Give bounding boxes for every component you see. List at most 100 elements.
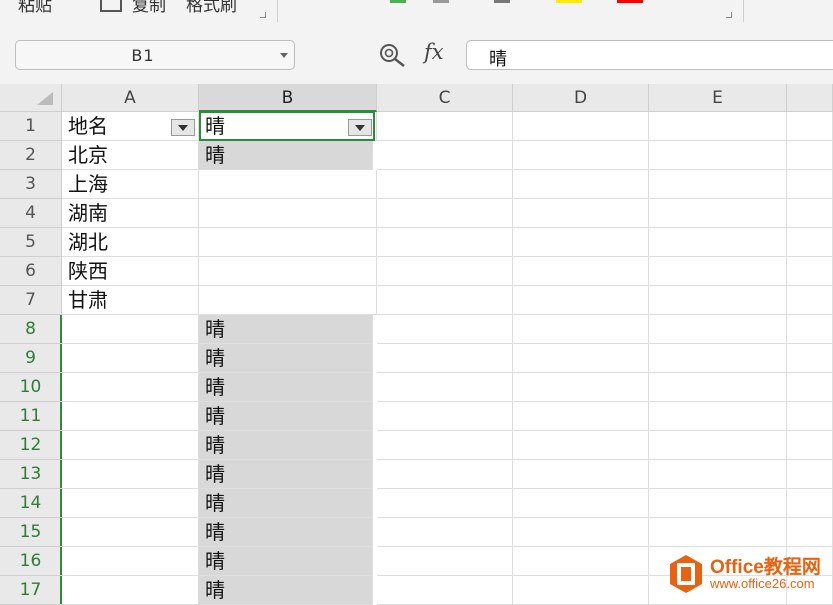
cell-b14[interactable]: 晴	[199, 489, 373, 518]
row-header-4[interactable]: 4	[0, 199, 62, 228]
cell-b15[interactable]: 晴	[199, 518, 373, 547]
cell-b2[interactable]: 晴	[199, 141, 373, 170]
row-header-12[interactable]: 12	[0, 431, 62, 460]
format-painter-button[interactable]: 格式刷	[186, 0, 237, 16]
row-header-9[interactable]: 9	[0, 344, 62, 373]
copy-icon[interactable]	[100, 0, 122, 12]
cell-e9[interactable]	[649, 344, 787, 373]
row-header-5[interactable]: 5	[0, 228, 62, 257]
cell-e5[interactable]	[649, 228, 787, 257]
copy-button[interactable]: 复制	[132, 0, 166, 16]
cell-c8[interactable]	[377, 315, 513, 344]
cell-d15[interactable]	[513, 518, 649, 547]
row-header-8[interactable]: 8	[0, 315, 62, 344]
cell-e8[interactable]	[649, 315, 787, 344]
cell-b16[interactable]: 晴	[199, 547, 373, 576]
cell-c1[interactable]	[377, 112, 513, 141]
cell-c5[interactable]	[377, 228, 513, 257]
cell-d14[interactable]	[513, 489, 649, 518]
cell-a4[interactable]: 湖南	[62, 199, 199, 228]
filter-dropdown-b[interactable]	[348, 119, 372, 136]
cell-a10[interactable]	[62, 373, 199, 402]
cell-d2[interactable]	[513, 141, 649, 170]
chevron-down-icon[interactable]	[280, 53, 288, 58]
cell-c4[interactable]	[377, 199, 513, 228]
cell-e12[interactable]	[649, 431, 787, 460]
merge-icon[interactable]	[433, 0, 449, 3]
cell-a2[interactable]: 北京	[62, 141, 199, 170]
column-header-d[interactable]: D	[513, 84, 649, 112]
cell-e7[interactable]	[649, 286, 787, 315]
formula-input[interactable]: 晴	[466, 40, 833, 70]
cell-b4[interactable]	[199, 199, 377, 228]
cell-e3[interactable]	[649, 170, 787, 199]
cell-c14[interactable]	[377, 489, 513, 518]
cell-f11[interactable]	[787, 402, 833, 431]
cell-a14[interactable]	[62, 489, 199, 518]
column-header-f[interactable]	[787, 84, 833, 112]
cell-f15[interactable]	[787, 518, 833, 547]
cell-f3[interactable]	[787, 170, 833, 199]
name-box[interactable]: B1	[15, 40, 295, 70]
cell-c7[interactable]	[377, 286, 513, 315]
cell-b8[interactable]: 晴	[199, 315, 373, 344]
row-header-3[interactable]: 3	[0, 170, 62, 199]
cell-d16[interactable]	[513, 547, 649, 576]
cell-e10[interactable]	[649, 373, 787, 402]
cell-b12[interactable]: 晴	[199, 431, 373, 460]
cell-d3[interactable]	[513, 170, 649, 199]
cell-d11[interactable]	[513, 402, 649, 431]
cell-e2[interactable]	[649, 141, 787, 170]
cell-d7[interactable]	[513, 286, 649, 315]
cell-a12[interactable]	[62, 431, 199, 460]
font-group-launcher-icon[interactable]	[726, 12, 732, 18]
cell-e4[interactable]	[649, 199, 787, 228]
fill-color-icon[interactable]	[556, 0, 582, 3]
cell-f2[interactable]	[787, 141, 833, 170]
cell-e15[interactable]	[649, 518, 787, 547]
cell-f13[interactable]	[787, 460, 833, 489]
cell-b6[interactable]	[199, 257, 377, 286]
cell-a13[interactable]	[62, 460, 199, 489]
cell-e14[interactable]	[649, 489, 787, 518]
cell-c11[interactable]	[377, 402, 513, 431]
cell-b11[interactable]: 晴	[199, 402, 373, 431]
cell-a15[interactable]	[62, 518, 199, 547]
cell-d4[interactable]	[513, 199, 649, 228]
cell-c9[interactable]	[377, 344, 513, 373]
row-header-2[interactable]: 2	[0, 141, 62, 170]
cell-c15[interactable]	[377, 518, 513, 547]
clipboard-group-launcher-icon[interactable]	[260, 12, 266, 18]
cell-c3[interactable]	[377, 170, 513, 199]
cell-f1[interactable]	[787, 112, 833, 141]
select-all-corner[interactable]	[0, 84, 62, 112]
cell-f8[interactable]	[787, 315, 833, 344]
row-header-16[interactable]: 16	[0, 547, 62, 576]
row-header-14[interactable]: 14	[0, 489, 62, 518]
cell-c10[interactable]	[377, 373, 513, 402]
paste-button[interactable]: 粘贴	[18, 0, 52, 16]
cell-d13[interactable]	[513, 460, 649, 489]
border-icon[interactable]	[390, 0, 406, 3]
cell-c12[interactable]	[377, 431, 513, 460]
fx-icon[interactable]: fx	[424, 40, 444, 64]
cell-f12[interactable]	[787, 431, 833, 460]
cell-a11[interactable]	[62, 402, 199, 431]
cell-e11[interactable]	[649, 402, 787, 431]
column-header-a[interactable]: A	[62, 84, 199, 112]
cell-f4[interactable]	[787, 199, 833, 228]
cell-d12[interactable]	[513, 431, 649, 460]
cell-e6[interactable]	[649, 257, 787, 286]
cell-a7[interactable]: 甘肃	[62, 286, 199, 315]
row-header-10[interactable]: 10	[0, 373, 62, 402]
cell-f7[interactable]	[787, 286, 833, 315]
column-header-e[interactable]: E	[649, 84, 787, 112]
cell-d8[interactable]	[513, 315, 649, 344]
cell-e13[interactable]	[649, 460, 787, 489]
cell-f9[interactable]	[787, 344, 833, 373]
cell-a3[interactable]: 上海	[62, 170, 199, 199]
cell-f5[interactable]	[787, 228, 833, 257]
column-header-b[interactable]: B	[199, 84, 377, 112]
cell-b7[interactable]	[199, 286, 377, 315]
cell-d1[interactable]	[513, 112, 649, 141]
